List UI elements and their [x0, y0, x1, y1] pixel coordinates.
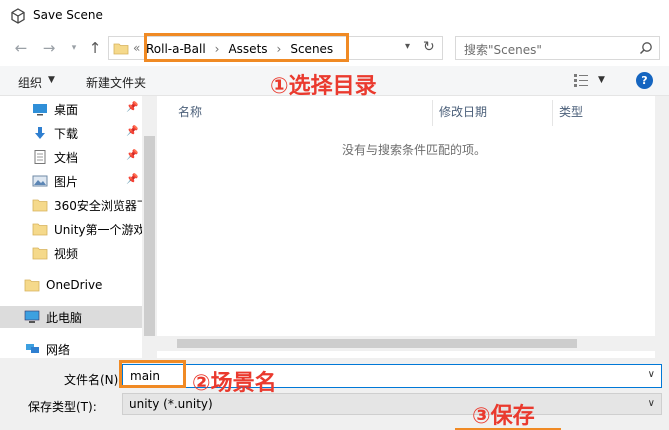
- sidebar-item-360-browser[interactable]: 360安全浏览器下: [0, 194, 142, 216]
- sidebar-item-label: 桌面: [54, 102, 79, 117]
- sidebar-item-label: 此电脑: [46, 310, 83, 325]
- sidebar-item-unity-first-game[interactable]: Unity第一个游戏: [0, 218, 142, 240]
- sidebar-item-label: 视频: [54, 246, 79, 261]
- filename-label: 文件名(N):: [64, 373, 123, 387]
- view-options-chevron-icon[interactable]: ▼: [598, 75, 605, 85]
- new-folder-button[interactable]: 新建文件夹: [86, 74, 146, 91]
- network-icon: [26, 344, 39, 353]
- sidebar-item-pictures[interactable]: 图片: [0, 170, 142, 192]
- sidebar-item-desktop[interactable]: 桌面: [0, 98, 142, 120]
- column-divider[interactable]: [432, 100, 433, 126]
- save-form: 文件名(N): main ∨ 保存类型(T): unity (*.unity) …: [0, 358, 669, 430]
- horizontal-scrollbar-thumb[interactable]: [177, 339, 577, 348]
- sidebar-item-network[interactable]: 网络: [0, 338, 142, 358]
- recent-locations-chevron-icon[interactable]: ▾: [65, 39, 83, 57]
- navigation-scrollbar-thumb[interactable]: [144, 136, 155, 336]
- breadcrumb-item-scenes[interactable]: Scenes: [290, 42, 333, 56]
- pictures-icon: [32, 175, 48, 187]
- folder-icon: [32, 223, 48, 236]
- pin-icon[interactable]: 📌: [126, 174, 138, 185]
- filetype-dropdown-chevron-icon[interactable]: ∨: [648, 398, 655, 409]
- search-icon: [639, 42, 652, 55]
- sidebar-item-downloads[interactable]: 下载: [0, 122, 142, 144]
- column-header-date[interactable]: 修改日期: [439, 96, 487, 126]
- sidebar-item-this-pc[interactable]: 此电脑: [0, 306, 142, 328]
- search-placeholder: 搜索"Scenes": [464, 43, 542, 57]
- pin-icon[interactable]: 📌: [126, 126, 138, 137]
- sidebar-item-onedrive[interactable]: OneDrive: [0, 274, 142, 296]
- file-list-pane: 名称 修改日期 类型 没有与搜索条件匹配的项。: [157, 96, 669, 358]
- annotation-save: ③保存: [472, 404, 535, 429]
- window-title: Save Scene: [33, 8, 103, 22]
- breadcrumb-separator[interactable]: ›: [277, 42, 282, 56]
- filetype-value: unity (*.unity): [129, 397, 213, 411]
- folder-icon: [32, 199, 48, 212]
- address-row: ← → ▾ ↑ « Roll-a-Ball › Assets › Scenes …: [0, 32, 669, 64]
- organize-chevron-icon[interactable]: ▼: [48, 75, 55, 85]
- sidebar-item-videos[interactable]: 视频: [0, 242, 142, 264]
- back-arrow-icon[interactable]: ←: [12, 39, 30, 57]
- sidebar-item-label: OneDrive: [46, 278, 103, 292]
- sidebar-item-documents[interactable]: 文档: [0, 146, 142, 168]
- organize-button[interactable]: 组织: [18, 74, 42, 91]
- empty-results-message: 没有与搜索条件匹配的项。: [342, 143, 487, 157]
- sidebar-item-label: 图片: [54, 174, 79, 189]
- up-arrow-icon[interactable]: ↑: [86, 39, 104, 57]
- pin-icon[interactable]: 📌: [126, 150, 138, 161]
- file-list-vertical-scrollbar[interactable]: [655, 96, 669, 358]
- navigation-pane: 桌面 📌 下载 📌 文档 📌 图片 📌 360安全浏览器下 Unity第一个游戏…: [0, 96, 157, 358]
- desktop-icon: [33, 104, 47, 116]
- sidebar-item-label: 360安全浏览器下: [54, 198, 142, 213]
- sidebar-item-label: Unity第一个游戏: [54, 222, 142, 237]
- computer-icon: [24, 310, 40, 323]
- filename-dropdown-chevron-icon[interactable]: ∨: [648, 369, 655, 380]
- download-icon: [35, 127, 45, 139]
- filename-value: main: [130, 369, 160, 383]
- unity-logo-icon: [11, 8, 25, 24]
- document-icon: [34, 150, 46, 164]
- column-header-type[interactable]: 类型: [559, 96, 583, 126]
- horizontal-scrollbar[interactable]: [157, 336, 655, 351]
- folder-icon: [24, 279, 40, 292]
- help-icon[interactable]: ?: [636, 72, 653, 89]
- address-dropdown-chevron-icon[interactable]: ▾: [405, 41, 410, 52]
- annotation-scene-name: ②场景名: [192, 371, 277, 396]
- sidebar-item-label: 下载: [54, 126, 79, 141]
- forward-arrow-icon[interactable]: →: [40, 39, 58, 57]
- title-bar: Save Scene: [0, 0, 669, 32]
- view-options-icon[interactable]: [573, 73, 589, 87]
- folder-icon: [113, 43, 129, 55]
- navigation-scrollbar[interactable]: [142, 96, 157, 358]
- folder-icon: [32, 247, 48, 260]
- sidebar-item-label: 网络: [46, 342, 71, 357]
- pin-icon[interactable]: 📌: [126, 102, 138, 113]
- address-bar[interactable]: « Roll-a-Ball › Assets › Scenes ▾ ↻: [108, 36, 443, 60]
- filetype-label: 保存类型(T):: [28, 400, 97, 414]
- breadcrumb-item-assets[interactable]: Assets: [228, 42, 267, 56]
- column-divider[interactable]: [552, 100, 553, 126]
- breadcrumb-item-roll-a-ball[interactable]: Roll-a-Ball: [146, 42, 206, 56]
- sidebar-item-label: 文档: [54, 150, 79, 165]
- breadcrumb-separator[interactable]: ›: [215, 42, 220, 56]
- refresh-icon[interactable]: ↻: [423, 39, 435, 55]
- column-header-name[interactable]: 名称: [178, 96, 202, 126]
- search-box[interactable]: 搜索"Scenes": [455, 36, 660, 60]
- breadcrumb: Roll-a-Ball › Assets › Scenes: [146, 38, 333, 60]
- overflow-chevron-icon[interactable]: «: [133, 41, 140, 55]
